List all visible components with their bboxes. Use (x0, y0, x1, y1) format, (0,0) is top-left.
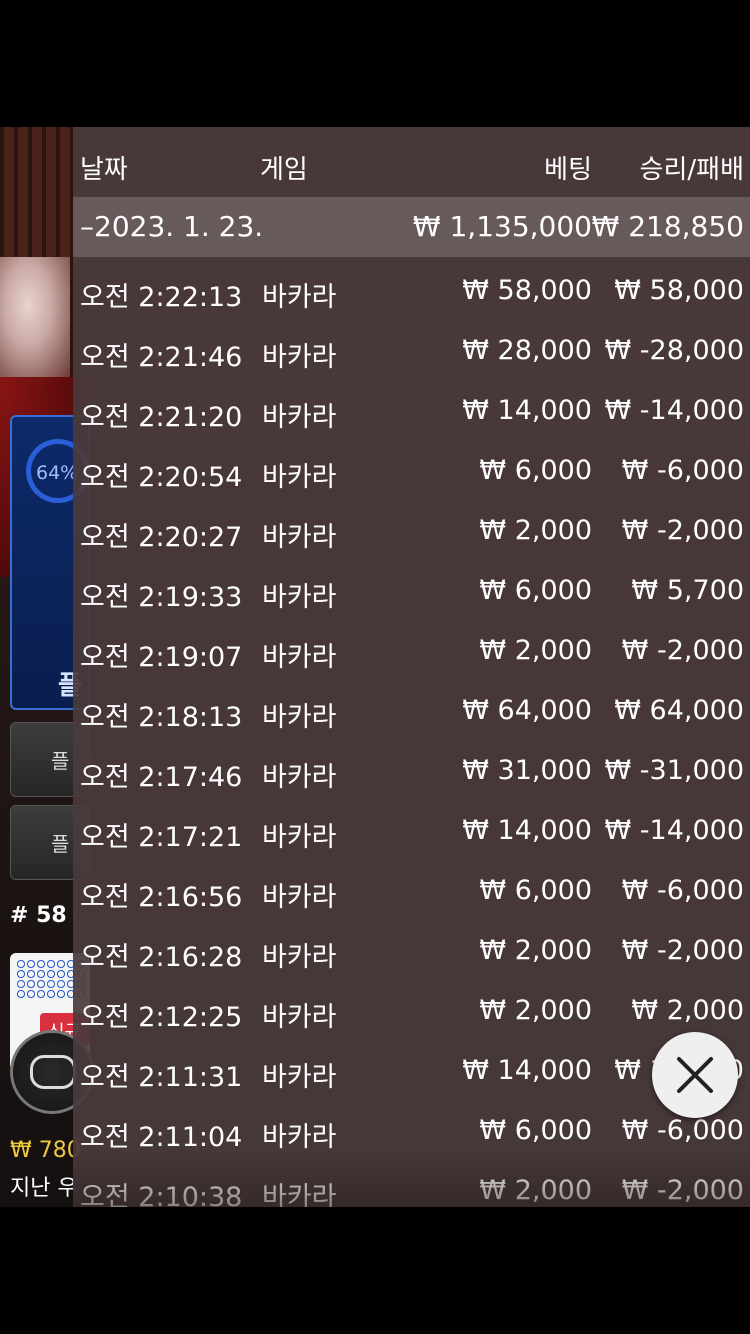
row-game: 바카라 (262, 642, 337, 673)
history-row[interactable]: 오전 2:11:31바카라₩ 14,000₩ 13,300 (73, 1043, 750, 1103)
row-result: ₩ -2,000 (621, 635, 744, 666)
row-time: 오전 2:21:46 (80, 342, 243, 373)
row-game: 바카라 (262, 402, 337, 433)
row-time: 오전 2:12:25 (80, 1002, 243, 1033)
row-time: 오전 2:18:13 (80, 702, 243, 733)
history-row[interactable]: 오전 2:19:07 바카라 ₩ 2,000 ₩ -2,000 (73, 623, 750, 683)
history-header: 날짜 게임 베팅 승리/패배 (73, 127, 750, 197)
row-result: ₩ -6,000 (621, 1115, 744, 1146)
row-time: 오전 2:16:56 (80, 882, 243, 913)
row-game: 바카라 (262, 1122, 337, 1153)
history-row[interactable]: 오전 2:20:27 바카라 ₩ 2,000 ₩ -2,000 (73, 503, 750, 563)
row-game: 바카라 (262, 522, 337, 553)
bet-button-1-label: 플 (51, 749, 70, 773)
row-time: 오전 2:22:13 (80, 282, 243, 313)
row-bet: ₩ 58,000 (462, 275, 592, 306)
row-bet: ₩ 2,000 (479, 635, 592, 666)
row-game: 바카라 (262, 282, 337, 313)
player-percent: 64% (36, 462, 79, 484)
row-bet: ₩ 14,000 (462, 1055, 592, 1086)
row-result: ₩ -2,000 (621, 515, 744, 546)
history-row[interactable]: 오전 2:22:13 바카라 ₩ 58,000 ₩ 58,000 (73, 263, 750, 323)
row-game: 바카라 (262, 762, 337, 793)
history-row[interactable]: 오전 2:20:54 바카라 ₩ 6,000 ₩ -6,000 (73, 443, 750, 503)
row-bet: ₩ 64,000 (462, 695, 592, 726)
row-time: 오전 2:11:31 (80, 1062, 243, 1093)
row-result: ₩ 2,000 (631, 995, 744, 1026)
dealer-image (0, 257, 70, 377)
close-icon (677, 1057, 713, 1093)
history-row[interactable]: 오전 2:21:46 바카라 ₩ 28,000 ₩ -28,000 (73, 323, 750, 383)
row-bet: ₩ 31,000 (462, 755, 592, 786)
row-result: ₩ 58,000 (614, 275, 744, 306)
row-game: 바카라 (262, 1062, 337, 1093)
row-bet: ₩ 28,000 (462, 335, 592, 366)
row-result: ₩ -2,000 (621, 935, 744, 966)
history-row[interactable]: 오전 2:21:20 바카라 ₩ 14,000 ₩ -14,000 (73, 383, 750, 443)
close-button[interactable] (652, 1032, 738, 1118)
bet-history-panel[interactable]: 날짜 게임 베팅 승리/패배 –2023. 1. 23. ₩ 1,135,000… (73, 127, 750, 1207)
row-time: 오전 2:20:54 (80, 462, 243, 493)
row-result: ₩ -6,000 (621, 455, 744, 486)
history-row[interactable]: 오전 2:16:28 바카라 ₩ 2,000 ₩ -2,000 (73, 923, 750, 983)
row-result: ₩ 64,000 (614, 695, 744, 726)
row-game: 바카라 (262, 822, 337, 853)
chip-icon (30, 1055, 76, 1089)
row-result: ₩ -31,000 (604, 755, 745, 786)
row-game: 바카라 (262, 1182, 337, 1207)
header-bet: 베팅 (544, 155, 592, 185)
row-time: 오전 2:19:07 (80, 642, 243, 673)
row-result: ₩ -14,000 (604, 395, 745, 426)
row-bet: ₩ 6,000 (479, 455, 592, 486)
row-game: 바카라 (262, 342, 337, 373)
history-row[interactable]: 오전 2:18:13 바카라 ₩ 64,000 ₩ 64,000 (73, 683, 750, 743)
bet-button-2-label: 플 (51, 832, 70, 856)
history-row[interactable]: 오전 2:11:04 바카라 ₩ 6,000 ₩ -6,000 (73, 1103, 750, 1163)
round-number: # 58 (10, 903, 67, 928)
row-game: 바카라 (262, 702, 337, 733)
day-bet-total: ₩ 1,135,000 (412, 210, 592, 243)
row-time: 오전 2:17:46 (80, 762, 243, 793)
row-time: 오전 2:11:04 (80, 1122, 243, 1153)
header-date: 날짜 (80, 155, 128, 185)
row-time: 오전 2:10:38 (80, 1182, 243, 1207)
row-result: ₩ -14,000 (604, 815, 745, 846)
history-row[interactable]: 오전 2:12:25 바카라 ₩ 2,000 ₩ 2,000 (73, 983, 750, 1043)
row-bet: ₩ 6,000 (479, 575, 592, 606)
row-bet: ₩ 6,000 (479, 1115, 592, 1146)
row-result: ₩ 5,700 (631, 575, 744, 606)
row-time: 오전 2:21:20 (80, 402, 243, 433)
header-result: 승리/패배 (639, 155, 744, 185)
balance-amount: ₩ 780 (10, 1138, 81, 1163)
row-bet: ₩ 2,000 (479, 935, 592, 966)
header-game: 게임 (260, 155, 308, 185)
last-win-label: 지난 우 (10, 1176, 78, 1201)
row-time: 오전 2:17:21 (80, 822, 243, 853)
row-bet: ₩ 14,000 (462, 395, 592, 426)
row-bet: ₩ 2,000 (479, 1175, 592, 1206)
history-row[interactable]: 오전 2:17:46 바카라 ₩ 31,000 ₩ -31,000 (73, 743, 750, 803)
row-result: ₩ -6,000 (621, 875, 744, 906)
row-game: 바카라 (262, 582, 337, 613)
row-game: 바카라 (262, 462, 337, 493)
row-bet: ₩ 2,000 (479, 515, 592, 546)
row-result: ₩ -28,000 (604, 335, 745, 366)
row-bet: ₩ 2,000 (479, 995, 592, 1026)
history-row[interactable]: 오전 2:16:56 바카라 ₩ 6,000 ₩ -6,000 (73, 863, 750, 923)
day-date: –2023. 1. 23. (80, 210, 264, 243)
history-row[interactable]: 오전 2:17:21 바카라 ₩ 14,000 ₩ -14,000 (73, 803, 750, 863)
row-bet: ₩ 14,000 (462, 815, 592, 846)
row-time: 오전 2:19:33 (80, 582, 243, 613)
history-row[interactable]: 오전 2:19:33 바카라 ₩ 6,000 ₩ 5,700 (73, 563, 750, 623)
row-game: 바카라 (262, 882, 337, 913)
row-time: 오전 2:16:28 (80, 942, 243, 973)
day-result-total: ₩ 218,850 (591, 210, 744, 243)
row-result: ₩ -2,000 (621, 1175, 744, 1206)
day-summary-row[interactable]: –2023. 1. 23. ₩ 1,135,000 ₩ 218,850 (73, 197, 750, 257)
row-game: 바카라 (262, 942, 337, 973)
history-row[interactable]: 오전 2:10:38 바카라 ₩ 2,000 ₩ -2,000 (73, 1163, 750, 1207)
row-time: 오전 2:20:27 (80, 522, 243, 553)
row-game: 바카라 (262, 1002, 337, 1033)
row-bet: ₩ 6,000 (479, 875, 592, 906)
